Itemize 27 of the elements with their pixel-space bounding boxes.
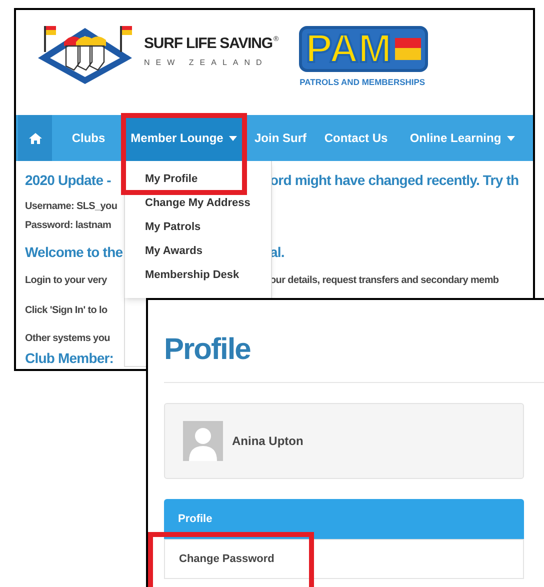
dropdown-item[interactable]: Membership Desk — [125, 263, 271, 287]
dropdown-item[interactable]: My Awards — [125, 239, 271, 263]
avatar-icon — [183, 421, 223, 461]
user-name: Anina Upton — [232, 433, 304, 450]
section-heading: 2020 Update - — [25, 170, 111, 190]
brand-name: SURF LIFE SAVING — [144, 36, 272, 51]
page-title: Profile — [164, 335, 250, 365]
brand-subtitle: NEW ZEALAND — [144, 59, 269, 67]
home-icon — [28, 132, 42, 144]
body-text: Click 'Sign In' to lo — [25, 304, 108, 318]
section-heading: Club Member: — [25, 349, 114, 368]
dropdown-item[interactable]: Change My Address — [125, 191, 271, 215]
home-button[interactable] — [18, 115, 52, 161]
app-logo-text: PAM — [306, 29, 392, 69]
body-text: Other systems you — [25, 332, 110, 346]
profile-menu-item[interactable]: Change Password — [164, 539, 524, 579]
caret-icon — [229, 136, 238, 140]
flag-icon — [394, 38, 421, 60]
body-text: Username: SLS_you — [25, 200, 118, 214]
body-text: Login to your very — [25, 274, 107, 288]
dropdown-item[interactable]: My Patrols — [125, 215, 271, 239]
nav-menu-item[interactable]: Member Lounge — [125, 115, 243, 161]
dropdown-item[interactable]: My Profile — [125, 167, 271, 191]
section-heading: Welcome to the — [25, 242, 123, 262]
body-text: Password: lastnam — [25, 218, 112, 232]
app-tagline: PATROLS AND MEMBERSHIPS — [300, 76, 426, 89]
caret-icon — [507, 136, 516, 140]
